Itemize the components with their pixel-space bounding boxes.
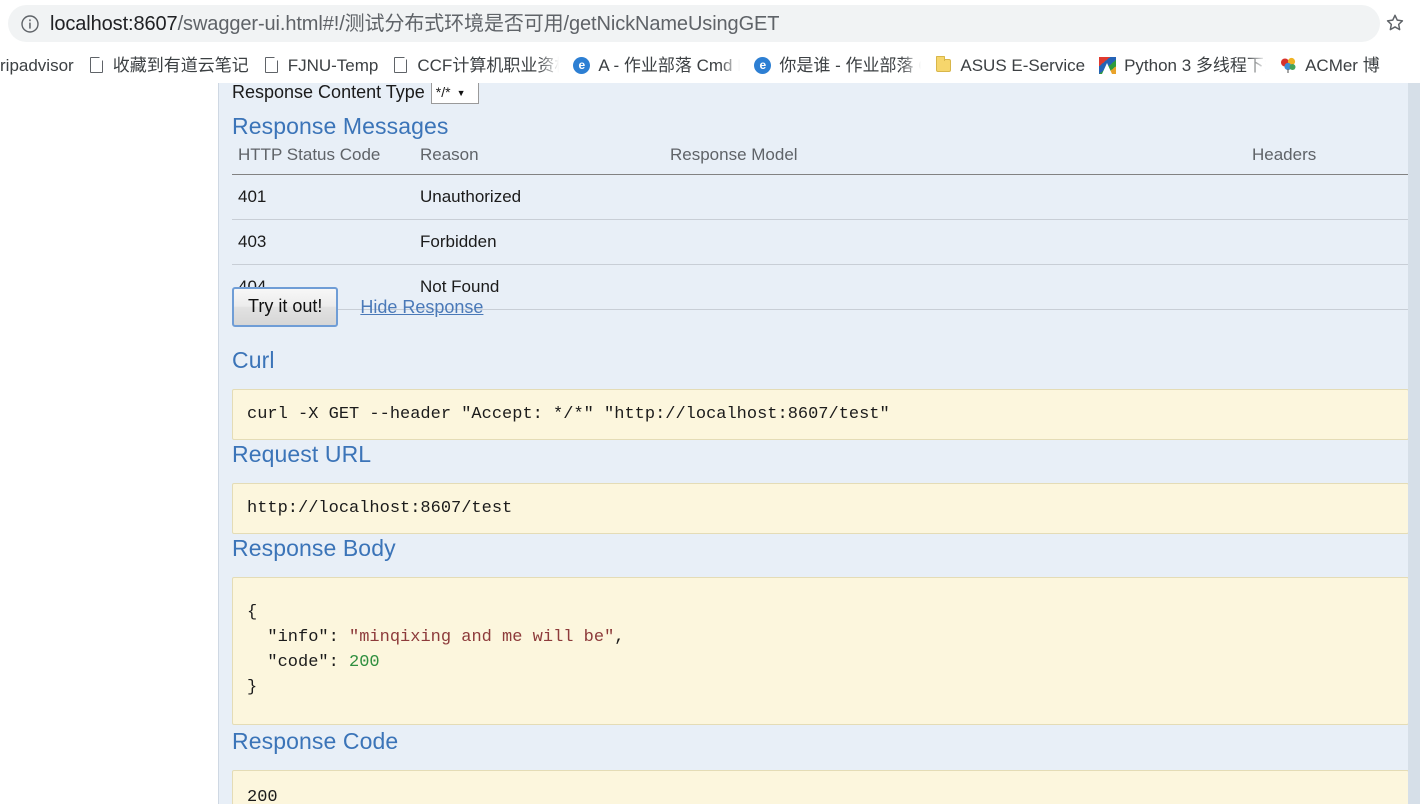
curl-title: Curl — [232, 347, 275, 373]
cell-response-model — [664, 174, 1246, 220]
bookmark-item[interactable]: 收藏到有道云笔记 — [81, 50, 256, 80]
json-colon: : — [328, 653, 350, 672]
json-key-code: "code" — [267, 653, 329, 672]
json-comma: , — [614, 628, 625, 647]
cell-reason: Unauthorized — [414, 174, 664, 220]
bookmark-label: 你是谁 - 作业部落 Cm — [779, 55, 921, 75]
cell-response-model — [664, 219, 1246, 265]
request-url-block: http://localhost:8607/test — [232, 483, 1409, 534]
bookmark-item[interactable]: e A - 作业部落 Cmd M — [566, 50, 747, 80]
request-url-title: Request URL — [232, 441, 372, 467]
omnibox-row: localhost:8607/swagger-ui.html#!/测试分布式环境… — [0, 0, 1420, 47]
cell-headers — [1246, 174, 1409, 220]
document-icon — [263, 56, 280, 74]
bookmarks-bar[interactable]: ripadvisor 收藏到有道云笔记 FJNU-Temp CCF计算机职业资格… — [0, 47, 1420, 83]
json-value-info: "minqixing and me will be" — [349, 628, 615, 647]
cell-status-code: 403 — [232, 219, 414, 265]
json-key-info: "info" — [267, 628, 329, 647]
response-content-type-select[interactable]: */* ▼ — [430, 83, 479, 104]
cmd-markdown-icon: e — [754, 56, 772, 74]
cell-headers — [1246, 219, 1409, 265]
request-url-section: Request URL http://localhost:8607/test — [232, 441, 1409, 534]
bookmark-item[interactable]: FJNU-Temp — [256, 50, 386, 80]
response-content-type-row: Response Content Type */* ▼ — [232, 83, 479, 105]
table-row: 401 Unauthorized — [232, 174, 1409, 220]
balloons-icon — [1280, 57, 1297, 74]
page-right-gutter — [1408, 83, 1420, 804]
response-code-section: Response Code 200 — [232, 728, 1409, 804]
response-body-block: { "info": "minqixing and me will be", "c… — [232, 577, 1409, 725]
document-icon — [88, 56, 105, 74]
response-messages-table: HTTP Status Code Reason Response Model H… — [232, 145, 1409, 310]
column-header-headers: Headers — [1246, 145, 1409, 175]
url-host: localhost:8607 — [50, 12, 178, 35]
swagger-operation-panel: Response Content Type */* ▼ Response Mes… — [218, 83, 1409, 804]
bookmark-label: ASUS E-Service — [960, 55, 1086, 75]
browser-chrome: localhost:8607/swagger-ui.html#!/测试分布式环境… — [0, 0, 1420, 83]
bookmark-item[interactable]: e 你是谁 - 作业部落 Cm — [747, 50, 928, 80]
response-code-title: Response Code — [232, 728, 399, 754]
bookmark-item[interactable]: CCF计算机职业资格认 — [385, 50, 566, 80]
bookmark-item[interactable]: ACMer 博 — [1273, 50, 1387, 80]
cell-headers — [1246, 264, 1409, 310]
try-it-out-row: Try it out! Hide Response — [232, 287, 483, 327]
response-content-type-label: Response Content Type — [232, 83, 425, 102]
cell-response-model — [664, 264, 1246, 310]
json-value-code: 200 — [349, 653, 380, 672]
bookmark-label: FJNU-Temp — [287, 55, 379, 75]
bookmark-star-icon[interactable] — [1380, 8, 1410, 38]
address-bar[interactable]: localhost:8607/swagger-ui.html#!/测试分布式环境… — [8, 5, 1380, 42]
column-header-reason: Reason — [414, 145, 664, 175]
url-path: /swagger-ui.html#!/测试分布式环境是否可用/getNickNa… — [177, 12, 780, 35]
bookmark-item[interactable]: ASUS E-Service — [928, 50, 1092, 80]
try-it-out-button[interactable]: Try it out! — [232, 287, 339, 327]
response-messages-title: Response Messages — [232, 113, 449, 139]
bookmark-label: 收藏到有道云笔记 — [112, 55, 249, 75]
bookmark-label: A - 作业部落 Cmd M — [598, 55, 741, 75]
cell-status-code: 401 — [232, 174, 414, 220]
curl-section: Curl curl -X GET --header "Accept: */*" … — [232, 347, 1409, 440]
cmd-markdown-icon: e — [573, 56, 591, 74]
response-content-type-value: */* — [435, 84, 451, 100]
hide-response-link[interactable]: Hide Response — [360, 297, 483, 318]
cell-reason: Forbidden — [414, 219, 664, 265]
site-information-icon[interactable] — [20, 14, 40, 34]
response-body-title: Response Body — [232, 535, 396, 561]
document-icon — [392, 56, 409, 74]
page-viewport: Response Content Type */* ▼ Response Mes… — [0, 83, 1420, 804]
bookmark-label: ripadvisor — [0, 55, 74, 75]
bookmark-item[interactable]: Python 3 多线程下载 — [1092, 50, 1273, 80]
bookmark-label: Python 3 多线程下载 — [1124, 55, 1267, 75]
table-header-row: HTTP Status Code Reason Response Model H… — [232, 145, 1409, 175]
column-header-response-model: Response Model — [664, 145, 1246, 175]
bookmark-label: CCF计算机职业资格认 — [417, 55, 559, 75]
json-colon: : — [328, 628, 350, 647]
table-row: 403 Forbidden — [232, 219, 1409, 265]
bookmark-label: ACMer 博 — [1305, 55, 1380, 75]
folder-icon — [935, 55, 952, 74]
response-code-block: 200 — [232, 770, 1409, 804]
json-brace-open: { — [247, 603, 258, 622]
chevron-down-icon: ▼ — [456, 88, 466, 98]
response-body-section: Response Body { "info": "minqixing and m… — [232, 535, 1409, 725]
json-brace-close: } — [247, 678, 258, 697]
curl-command-block: curl -X GET --header "Accept: */*" "http… — [232, 389, 1409, 440]
bookmark-item[interactable]: ripadvisor — [0, 50, 81, 80]
column-header-status-code: HTTP Status Code — [232, 145, 414, 175]
url-text: localhost:8607/swagger-ui.html#!/测试分布式环境… — [50, 13, 779, 35]
python-icon — [1099, 56, 1117, 74]
